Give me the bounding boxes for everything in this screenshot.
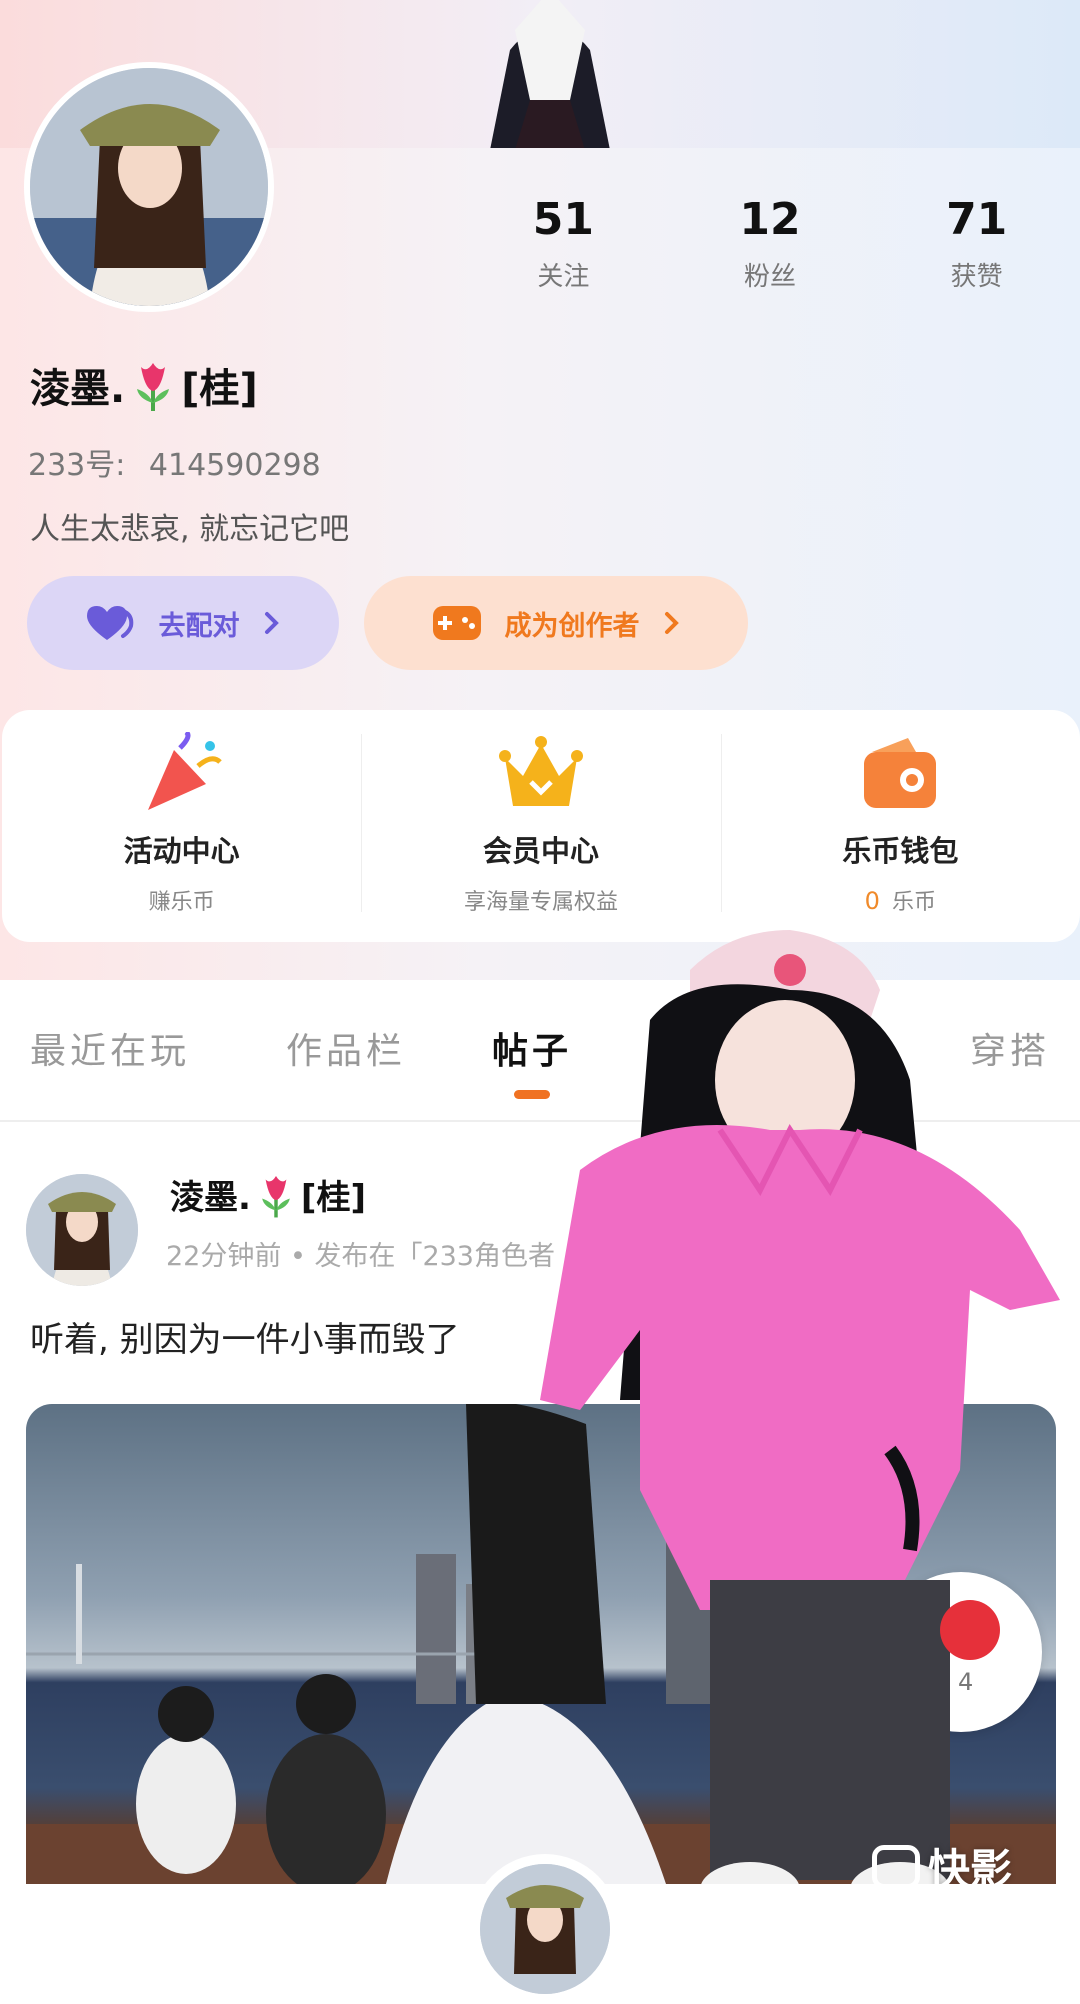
coin-wallet-title: 乐币钱包 [842, 834, 959, 868]
banner-character-image [490, 0, 610, 148]
username-text: 淩墨. [30, 366, 126, 412]
chevron-right-icon [664, 612, 679, 634]
username-tag: [桂] [181, 366, 258, 412]
profile-uid[interactable]: 233号: 414590298 [28, 440, 321, 484]
profile-stats: 51 关注 12 粉丝 71 获赞 [460, 190, 1080, 293]
coin-wallet-subtitle: 0 乐币 [865, 884, 936, 916]
stat-likes[interactable]: 71 获赞 [873, 190, 1080, 293]
profile-avatar[interactable] [24, 62, 274, 312]
chevron-right-icon [264, 612, 279, 634]
match-button[interactable]: 去配对 [27, 576, 339, 670]
activity-center[interactable]: 活动中心 赚乐币 [2, 710, 361, 942]
stat-followers[interactable]: 12 粉丝 [667, 190, 874, 293]
tab-recently-played[interactable]: 最近在玩 [30, 1022, 190, 1074]
post-text[interactable]: 听着, 别因为一件小事而毁了 [30, 1312, 460, 1361]
party-popper-icon [147, 732, 222, 810]
coin-wallet[interactable]: 乐币钱包 0 乐币 [720, 710, 1080, 942]
uid-value: 414590298 [148, 448, 321, 483]
gamepad-icon [432, 606, 481, 640]
stat-label: 粉丝 [744, 262, 797, 292]
match-button-label: 去配对 [158, 610, 240, 642]
post-author-name[interactable]: 淩墨. [桂] [170, 1170, 366, 1219]
services-card: 活动中心 赚乐币 会员中心 享海量专属权益 乐币钱包 0 乐币 [2, 710, 1080, 942]
stat-label: 关注 [537, 262, 590, 292]
coin-unit: 乐币 [891, 890, 936, 915]
stat-value: 12 [739, 194, 801, 245]
stat-value: 51 [532, 194, 594, 245]
post-author-avatar[interactable] [26, 1174, 138, 1286]
crown-icon [498, 736, 583, 806]
post-meta: 22分钟前 • 发布在「233角色者 [166, 1241, 555, 1272]
like-count: 4 [958, 1668, 974, 1696]
coin-balance: 0 [864, 887, 880, 915]
profile-username: 淩墨. [桂] [30, 356, 258, 414]
heart-icon [86, 606, 133, 640]
stat-value: 71 [946, 194, 1008, 245]
become-creator-button[interactable]: 成为创作者 [364, 576, 748, 670]
stat-label: 获赞 [950, 262, 1003, 292]
profile-bio: 人生太悲哀, 就忘记它吧 [30, 512, 350, 547]
bottom-nav-avatar[interactable] [480, 1864, 610, 1994]
wallet-icon [864, 738, 937, 808]
member-center[interactable]: 会员中心 享海量专属权益 [361, 710, 720, 942]
become-creator-label: 成为创作者 [504, 610, 640, 642]
tulip-icon [137, 363, 170, 411]
post-user-tag: [桂] [300, 1178, 366, 1218]
activity-center-subtitle: 赚乐币 [148, 890, 215, 915]
tulip-icon [262, 1175, 290, 1217]
stat-following[interactable]: 51 关注 [460, 190, 667, 293]
member-center-title: 会员中心 [482, 834, 599, 868]
tab-works[interactable]: 作品栏 [286, 1022, 406, 1074]
member-center-subtitle: 享海量专属权益 [463, 890, 618, 915]
uid-label: 233号: [28, 448, 126, 483]
post-username: 淩墨. [170, 1178, 251, 1218]
activity-center-title: 活动中心 [123, 834, 240, 868]
kuaiying-logo-icon [872, 1844, 920, 1889]
sticker-person-image [540, 930, 1060, 1918]
